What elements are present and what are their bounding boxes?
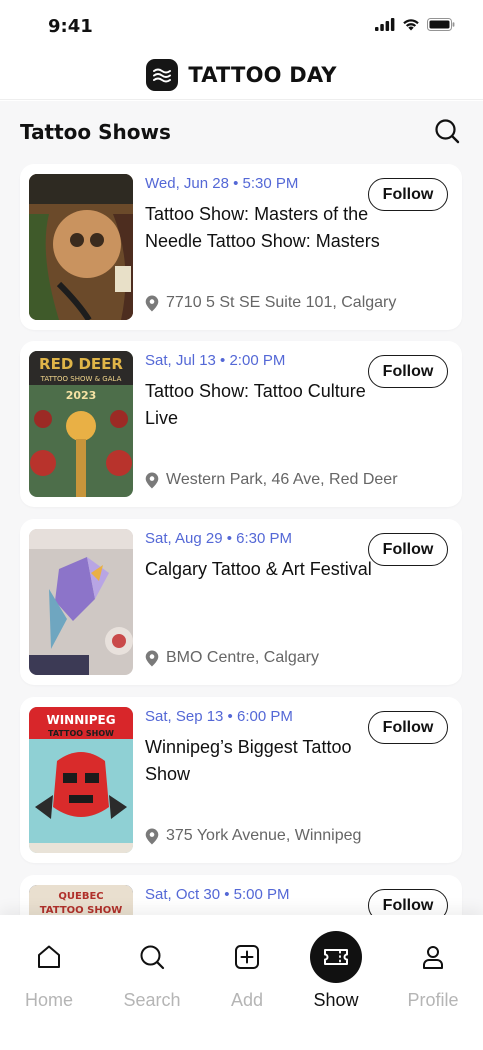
show-location: BMO Centre, Calgary — [145, 649, 319, 667]
wifi-icon — [403, 19, 419, 31]
poster-subtext: TATTOO SHOW & GALA — [40, 375, 122, 383]
wave-logo-icon — [153, 68, 172, 82]
home-icon — [23, 931, 75, 983]
show-card[interactable]: Sat, Aug 29 • 6:30 PM Calgary Tattoo & A… — [20, 519, 462, 685]
location-pin-icon — [145, 472, 159, 488]
status-time: 9:41 — [48, 16, 93, 37]
search-button[interactable] — [433, 117, 461, 145]
show-poster: WINNIPEG TATTOO SHOW — [29, 707, 133, 853]
tab-show[interactable]: Show — [288, 931, 384, 1021]
show-card[interactable]: WINNIPEG TATTOO SHOW Sat, Sep 13 • 6:00 … — [20, 697, 462, 863]
signal-icon — [375, 18, 395, 31]
show-location: 375 York Avenue, Winnipeg — [145, 827, 361, 845]
show-poster — [29, 529, 133, 675]
follow-button[interactable]: Follow — [368, 533, 448, 566]
tab-label: Show — [313, 990, 359, 1010]
location-pin-icon — [145, 828, 159, 844]
show-title: Calgary Tattoo & Art Festival — [145, 559, 372, 579]
location-pin-icon — [145, 295, 159, 311]
section-header: Tattoo Shows — [0, 101, 483, 163]
show-location-text: 375 York Avenue, Winnipeg — [166, 827, 362, 844]
show-date: Sat, Oct 30 • 5:00 PM — [145, 886, 290, 903]
poster-text: WINNIPEG — [46, 713, 115, 727]
poster-text: QUEBEC — [58, 891, 103, 902]
tab-profile[interactable]: Profile — [385, 931, 481, 1021]
show-poster: RED DEER TATTOO SHOW & GALA 2023 — [29, 351, 133, 497]
show-card[interactable]: RED DEER TATTOO SHOW & GALA 2023 Sat, Ju… — [20, 341, 462, 507]
show-date: Sat, Aug 29 • 6:30 PM — [145, 530, 293, 547]
follow-button[interactable]: Follow — [368, 889, 448, 915]
show-date: Sat, Sep 13 • 6:00 PM — [145, 708, 293, 725]
show-poster: QUEBEC TATTOO SHOW — [29, 885, 133, 915]
status-bar: 9:41 — [0, 0, 483, 50]
search-icon — [126, 931, 178, 983]
status-icons — [375, 18, 455, 31]
ticket-icon — [310, 931, 362, 983]
profile-icon — [407, 931, 459, 983]
search-icon — [435, 119, 460, 144]
tab-home[interactable]: Home — [1, 931, 97, 1021]
tab-label: Search — [123, 990, 181, 1010]
battery-icon — [427, 18, 455, 31]
app-header: TATTOO DAY — [0, 50, 483, 100]
poster-year: 2023 — [66, 389, 97, 402]
app-title: TATTOO DAY — [188, 62, 337, 87]
tab-label: Profile — [407, 990, 459, 1010]
follow-button[interactable]: Follow — [368, 711, 448, 744]
show-location-text: BMO Centre, Calgary — [166, 649, 319, 666]
tab-bar: Home Search Add Show Profile — [0, 915, 483, 1050]
show-title: Tattoo Show: Masters of the Needle Tatto… — [145, 204, 380, 251]
tab-search[interactable]: Search — [104, 931, 200, 1021]
follow-button[interactable]: Follow — [368, 178, 448, 211]
show-location-text: 7710 5 St SE Suite 101, Calgary — [166, 294, 397, 311]
tab-label: Home — [24, 990, 73, 1010]
show-title: Winnipeg’s Biggest Tattoo Show — [145, 737, 352, 784]
show-date: Wed, Jun 28 • 5:30 PM — [145, 175, 299, 192]
shows-list[interactable]: Wed, Jun 28 • 5:30 PM Tattoo Show: Maste… — [0, 163, 483, 915]
show-location: 7710 5 St SE Suite 101, Calgary — [145, 294, 396, 312]
poster-subtext: TATTOO SHOW — [40, 905, 122, 915]
tab-label: Add — [230, 990, 264, 1010]
page-title: Tattoo Shows — [20, 120, 171, 144]
app-logo — [146, 58, 179, 91]
show-date: Sat, Jul 13 • 2:00 PM — [145, 352, 286, 369]
poster-subtext: TATTOO SHOW — [48, 729, 114, 738]
show-title: Tattoo Show: Tattoo Culture Live — [145, 381, 366, 428]
poster-text: RED DEER — [39, 355, 123, 373]
add-icon — [221, 931, 273, 983]
show-card[interactable]: Wed, Jun 28 • 5:30 PM Tattoo Show: Maste… — [20, 164, 462, 330]
location-pin-icon — [145, 650, 159, 666]
follow-button[interactable]: Follow — [368, 355, 448, 388]
show-location-text: Western Park, 46 Ave, Red Deer — [166, 471, 398, 488]
tab-add[interactable]: Add — [199, 931, 295, 1021]
show-card[interactable]: QUEBEC TATTOO SHOW Sat, Oct 30 • 5:00 PM… — [20, 875, 462, 915]
show-poster — [29, 174, 133, 320]
show-location: Western Park, 46 Ave, Red Deer — [145, 471, 398, 489]
